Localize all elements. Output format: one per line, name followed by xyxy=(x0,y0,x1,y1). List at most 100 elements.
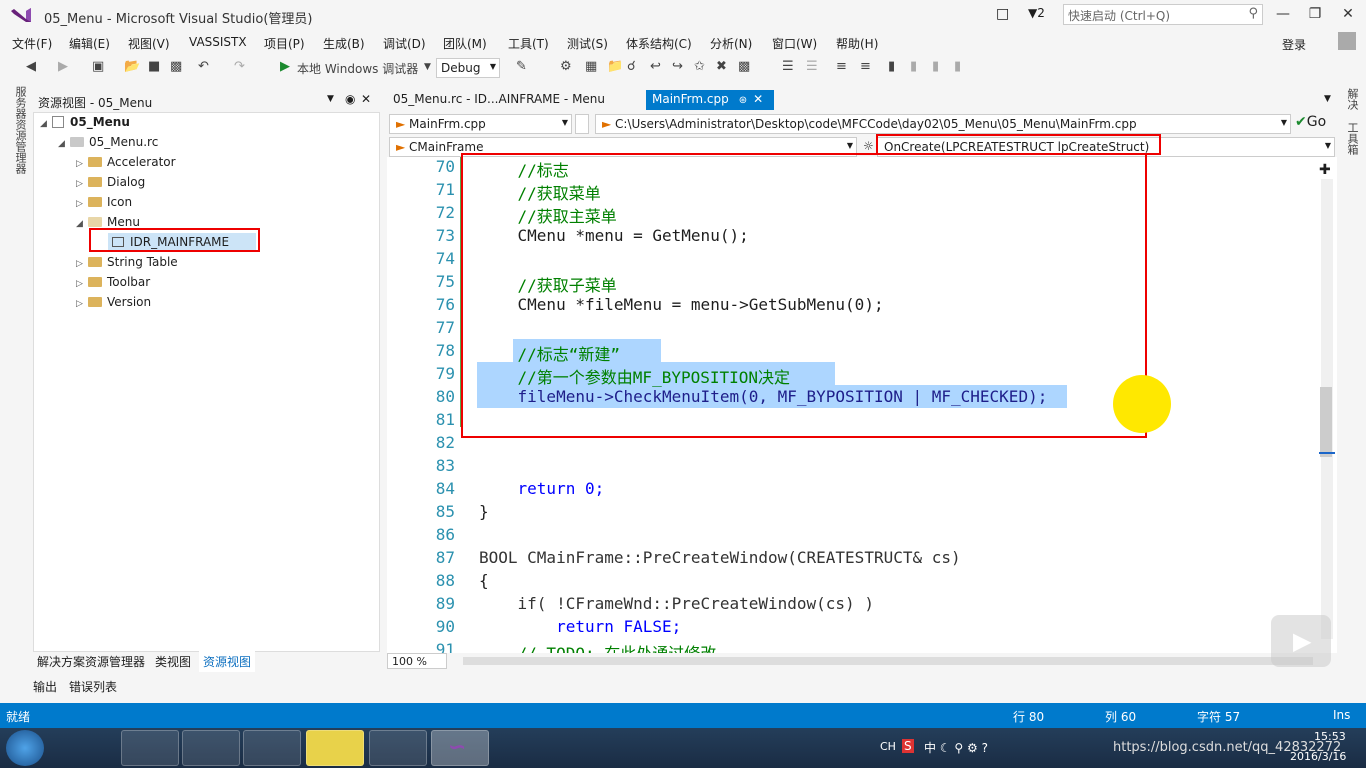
menu-view[interactable]: 视图(V) xyxy=(128,35,170,52)
project-dropdown[interactable]: ► MainFrm.cpp ▼ xyxy=(389,114,572,134)
new-project-icon[interactable]: ▣ xyxy=(92,59,104,74)
menu-analyze[interactable]: 分析(N) xyxy=(710,35,752,52)
maximize-button[interactable]: ❐ xyxy=(1305,6,1325,22)
minimize-button[interactable]: — xyxy=(1273,6,1293,22)
start-debug-icon[interactable]: ▶ xyxy=(280,59,290,74)
go-forward-icon[interactable]: ↪ xyxy=(672,59,683,74)
build-icon[interactable]: ⚙ xyxy=(560,59,572,74)
clear-bookmarks-icon[interactable]: ▮ xyxy=(954,59,961,74)
tab-resource-view[interactable]: 资源视图 xyxy=(199,651,256,672)
zoom-select[interactable]: 100 % xyxy=(387,653,447,669)
open-folder-icon[interactable]: 📁 xyxy=(607,59,623,74)
feedback-icon[interactable]: □ xyxy=(996,6,1009,22)
class-wizard-icon[interactable]: ▦ xyxy=(585,59,597,74)
scroll-stepper[interactable] xyxy=(575,114,589,134)
go-button[interactable]: ✔Go xyxy=(1295,114,1326,130)
tab-menu-resource[interactable]: 05_Menu.rc - ID...AINFRAME - Menu xyxy=(387,90,637,110)
tab-mainfrm-cpp[interactable]: MainFrm.cpp ⊛ ✕ xyxy=(646,90,774,110)
redo-icon[interactable]: ↷ xyxy=(234,59,245,74)
tab-error-list[interactable]: 错误列表 xyxy=(69,678,117,695)
save-all-icon[interactable]: ▩ xyxy=(170,59,182,74)
sogou-ime-icon[interactable]: S xyxy=(902,739,914,753)
close-icon[interactable]: ✕ xyxy=(361,92,371,106)
expand-icon[interactable]: ▷ xyxy=(76,199,88,209)
start-debug-button[interactable]: 本地 Windows 调试器 xyxy=(297,60,418,77)
expand-icon[interactable]: ▷ xyxy=(76,159,88,169)
toggle-bookmark-icon[interactable]: ▮ xyxy=(888,59,895,74)
tree-folder-string-table[interactable]: ▷ String Table xyxy=(76,255,178,269)
tab-list-icon[interactable]: ▼ xyxy=(1324,94,1331,104)
tab-output[interactable]: 输出 xyxy=(33,678,57,695)
menu-team[interactable]: 团队(M) xyxy=(443,35,487,52)
expand-icon[interactable]: ▷ xyxy=(76,299,88,309)
tab-solution-explorer[interactable]: 解决方案资源管理器 xyxy=(37,653,145,670)
horizontal-scrollbar[interactable] xyxy=(463,657,1313,665)
clock-date[interactable]: 2016/3/16 xyxy=(1290,750,1346,763)
chevron-down-icon[interactable]: ▼ xyxy=(424,62,431,72)
taskbar-app-icon[interactable] xyxy=(369,730,427,766)
login-link[interactable]: 登录 xyxy=(1282,36,1306,53)
taskbar-browser-icon[interactable] xyxy=(121,730,179,766)
pin-icon[interactable]: ◉ xyxy=(345,92,355,106)
menu-help[interactable]: 帮助(H) xyxy=(836,35,878,52)
back-icon[interactable]: ◀ xyxy=(26,59,36,74)
comment-icon[interactable]: ☰ xyxy=(782,59,794,74)
save-icon[interactable]: ■ xyxy=(148,59,160,74)
tree-folder-icon[interactable]: ▷ Icon xyxy=(76,195,132,209)
menu-file[interactable]: 文件(F) xyxy=(12,35,52,52)
format-icon[interactable]: ≡ xyxy=(836,59,847,74)
tree-folder-version[interactable]: ▷ Version xyxy=(76,295,151,309)
tray-icons[interactable]: 中 ☾ ⚲ ⚙ ? xyxy=(924,739,988,756)
menu-vassistx[interactable]: VASSISTX xyxy=(189,35,247,49)
tab-toolbox[interactable]: 工具箱 xyxy=(1344,122,1360,155)
tree-rc[interactable]: ◢ 05_Menu.rc xyxy=(58,135,158,149)
taskbar-visual-studio-icon[interactable]: ∽ xyxy=(431,730,489,766)
ime-indicator[interactable]: CH xyxy=(880,740,896,753)
menu-debug[interactable]: 调试(D) xyxy=(383,35,426,52)
tree-folder-accelerator[interactable]: ▷ Accelerator xyxy=(76,155,176,169)
clock-time[interactable]: 15:53 xyxy=(1314,730,1346,743)
open-file-icon[interactable]: 📂 xyxy=(124,59,140,74)
tab-solution[interactable]: 解决 xyxy=(1344,88,1360,110)
close-button[interactable]: ✕ xyxy=(1338,6,1358,22)
tree-folder-toolbar[interactable]: ▷ Toolbar xyxy=(76,275,150,289)
video-play-button[interactable]: ▶ xyxy=(1271,615,1331,667)
vassist-find-icon[interactable]: ✎ xyxy=(516,59,527,74)
solution-config-select[interactable]: Debug ▼ xyxy=(436,58,500,78)
expand-icon[interactable]: ▷ xyxy=(76,179,88,189)
tree-root[interactable]: ◢ 05_Menu xyxy=(40,115,130,129)
snippet-icon[interactable]: ▩ xyxy=(738,59,750,74)
next-bookmark-icon[interactable]: ▮ xyxy=(932,59,939,74)
uncomment-icon[interactable]: ☰ xyxy=(806,59,818,74)
bookmark-icon[interactable]: ✩ xyxy=(694,59,705,74)
server-explorer-tab[interactable]: 服务器资源管理器 xyxy=(8,86,28,186)
expand-icon[interactable]: ▷ xyxy=(76,259,88,269)
menu-window[interactable]: 窗口(W) xyxy=(772,35,817,52)
indent-icon[interactable]: ≡ xyxy=(860,59,871,74)
collapse-icon[interactable]: ◢ xyxy=(40,119,52,129)
menu-tools[interactable]: 工具(T) xyxy=(508,35,549,52)
path-dropdown[interactable]: ► C:\Users\Administrator\Desktop\code\MF… xyxy=(595,114,1291,134)
go-back-icon[interactable]: ↩ xyxy=(650,59,661,74)
forward-icon[interactable]: ▶ xyxy=(58,59,68,74)
taskbar-notepad-icon[interactable] xyxy=(182,730,240,766)
tree-folder-dialog[interactable]: ▷ Dialog xyxy=(76,175,145,189)
refactor-icon[interactable]: ✖ xyxy=(716,59,727,74)
start-button[interactable] xyxy=(6,730,44,766)
scrollbar-thumb[interactable] xyxy=(1320,387,1332,457)
tab-class-view[interactable]: 类视图 xyxy=(155,653,191,670)
menu-edit[interactable]: 编辑(E) xyxy=(69,35,110,52)
tree-folder-menu[interactable]: ◢ Menu xyxy=(76,215,140,229)
find-icon[interactable]: ☌ xyxy=(627,59,636,74)
menu-architecture[interactable]: 体系结构(C) xyxy=(626,35,692,52)
taskbar-explorer-icon[interactable] xyxy=(243,730,301,766)
taskbar-help-icon[interactable] xyxy=(306,730,364,766)
expand-icon[interactable]: ▷ xyxy=(76,279,88,289)
quick-launch-input[interactable]: 快速启动 (Ctrl+Q) ⚲ xyxy=(1063,4,1263,25)
collapse-icon[interactable]: ◢ xyxy=(58,139,70,149)
split-icon[interactable]: ✚ xyxy=(1319,162,1331,178)
undo-icon[interactable]: ↶ xyxy=(198,59,209,74)
menu-project[interactable]: 项目(P) xyxy=(264,35,305,52)
notifications-icon[interactable]: ▼2 xyxy=(1028,6,1045,20)
panel-menu-icon[interactable]: ▼ xyxy=(327,94,334,104)
